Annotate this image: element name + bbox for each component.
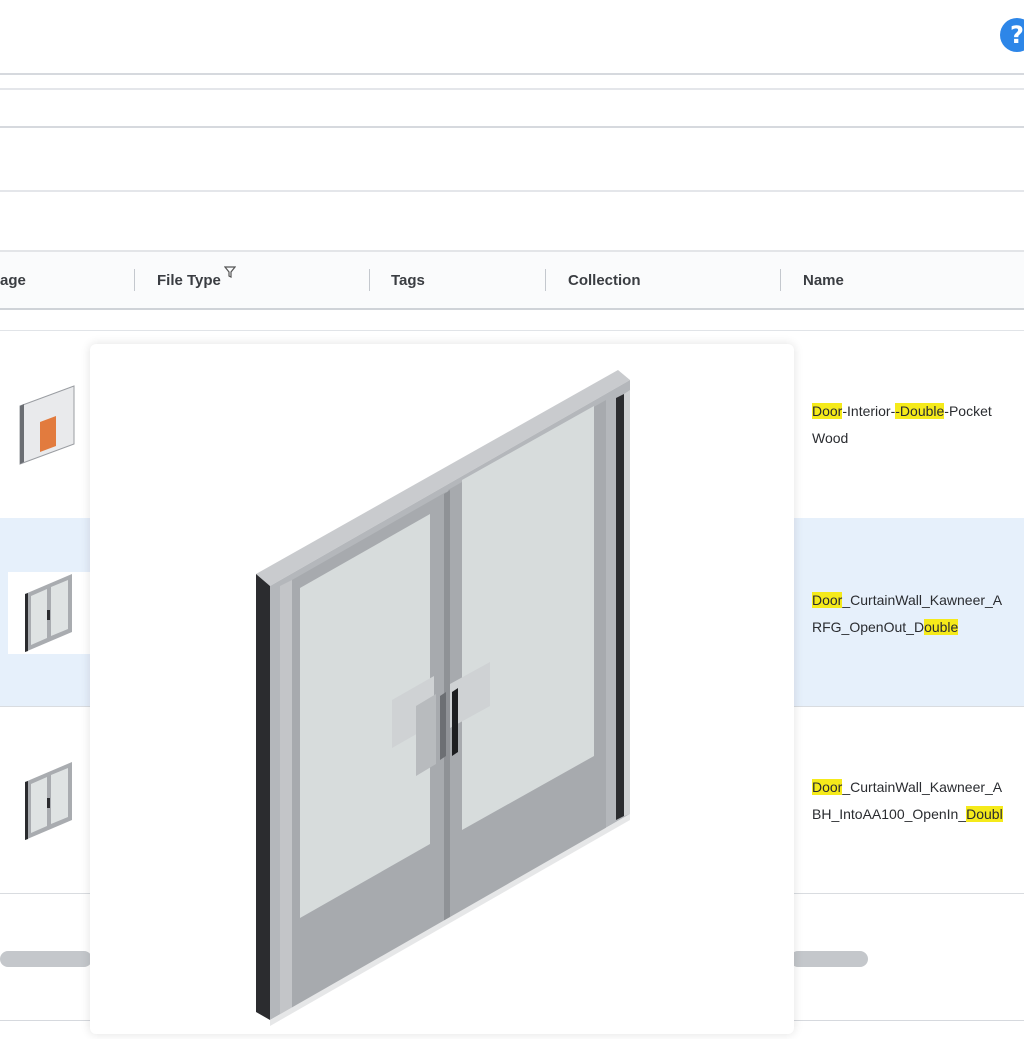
row-name-line[interactable]: RFG_OpenOut_Double — [812, 619, 959, 635]
name-segment: Wood — [812, 430, 849, 446]
column-header-tags[interactable]: Tags — [391, 272, 425, 289]
column-header-file-type[interactable]: File Type — [157, 272, 221, 289]
column-header-name[interactable]: Name — [803, 272, 844, 289]
column-separator[interactable] — [134, 269, 135, 291]
row-name-line[interactable]: BH_IntoAA100_OpenIn_Doubl — [812, 806, 1003, 822]
door-preview-image — [256, 370, 630, 1026]
row-name-line[interactable]: Door_CurtainWall_Kawneer_A — [812, 592, 1002, 608]
row-name-line[interactable]: Wood — [812, 430, 848, 446]
door-thumbnail[interactable] — [18, 384, 78, 466]
filter-icon[interactable] — [224, 266, 236, 278]
column-header-image[interactable]: age — [0, 272, 26, 289]
name-segment: -Interior- — [842, 403, 896, 419]
name-segment: -Pocket — [944, 403, 992, 419]
column-separator[interactable] — [545, 269, 546, 291]
divider — [0, 190, 1024, 192]
name-segment: BH_IntoAA100_OpenIn_ — [812, 806, 967, 822]
help-button[interactable]: ? — [1000, 18, 1024, 52]
name-segment: Doubl — [966, 806, 1003, 822]
row-name-line[interactable]: Door-Interior--Double-Pocket — [812, 403, 992, 419]
table-header: age File Type Tags Collection Name — [0, 250, 1024, 310]
name-segment: ouble — [924, 619, 959, 635]
row-name-line[interactable]: Door_CurtainWall_Kawneer_A — [812, 779, 1002, 795]
name-segment: RFG_OpenOut_D — [812, 619, 925, 635]
name-segment: _CurtainWall_Kawneer_A — [842, 779, 1003, 795]
door-thumbnail[interactable] — [22, 572, 76, 654]
horizontal-scrollbar-thumb[interactable] — [0, 951, 92, 967]
name-segment: Door — [812, 592, 843, 608]
thumbnail-preview-popup — [90, 344, 794, 1034]
horizontal-scrollbar-thumb[interactable] — [790, 951, 868, 967]
divider — [0, 73, 1024, 75]
divider — [0, 88, 1024, 90]
name-segment: _CurtainWall_Kawneer_A — [842, 592, 1003, 608]
door-thumbnail[interactable] — [22, 760, 76, 842]
column-header-collection[interactable]: Collection — [568, 272, 641, 289]
column-separator[interactable] — [780, 269, 781, 291]
name-segment: Door — [812, 779, 843, 795]
name-segment: -Double — [895, 403, 945, 419]
name-segment: Door — [812, 403, 843, 419]
column-separator[interactable] — [369, 269, 370, 291]
divider — [0, 126, 1024, 128]
